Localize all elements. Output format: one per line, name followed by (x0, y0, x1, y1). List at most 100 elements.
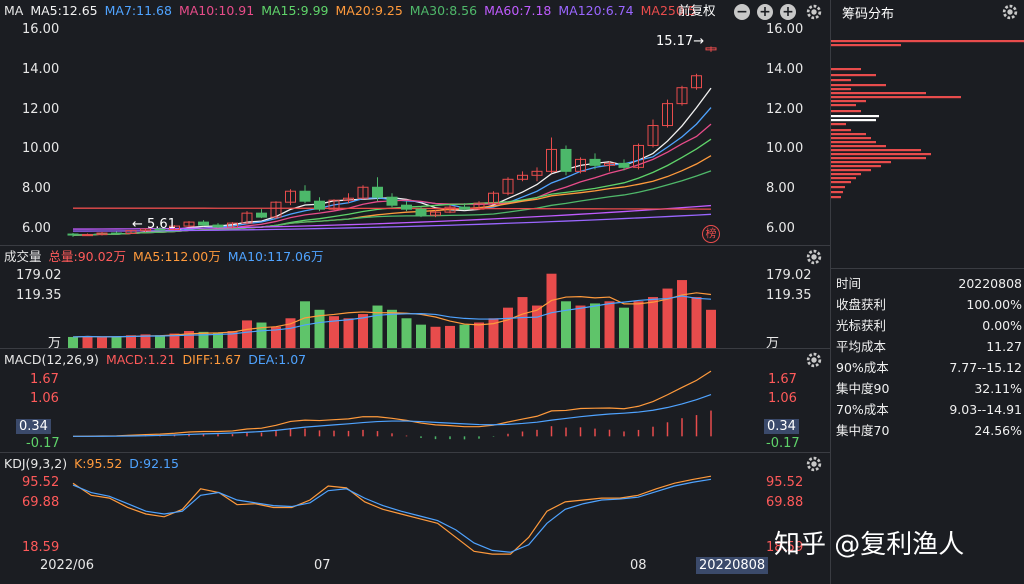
ma-head-item: MA5:12.65 (30, 3, 98, 18)
chip-bar (831, 104, 856, 107)
volume-bar (401, 318, 412, 348)
volume-bar (532, 305, 542, 348)
ma-head-item: MA10:10.91 (178, 3, 255, 18)
date-label-aug: 08 (630, 558, 647, 573)
volume-bar (242, 320, 252, 348)
candle-body (212, 224, 224, 228)
chip-stat-row: 集中度70 24.56% (836, 420, 1022, 441)
candle-body (299, 190, 311, 202)
volume-bar (387, 309, 397, 348)
chip-bar (831, 196, 841, 199)
d-line (72, 478, 712, 553)
volume-bar (648, 297, 658, 348)
vol-head-item: MA10:117.06万 (227, 249, 324, 264)
macd-head-item: DEA:1.07 (248, 352, 307, 367)
dea-line (72, 393, 712, 437)
gear-icon-volume[interactable] (805, 248, 823, 266)
chart-area[interactable]: MA MA5:12.65 MA7:11.68 MA10:10.91 MA15:9.99 M… (0, 0, 964, 584)
gear-icon-kdj[interactable] (805, 455, 823, 473)
chip-bar (831, 177, 856, 180)
chip-bar (831, 129, 851, 132)
volume-chart[interactable] (62, 266, 762, 348)
chip-bar (831, 123, 846, 126)
chip-stat-row: 光标获利 0.00% (836, 315, 1022, 336)
bang-badge[interactable]: 榜 (702, 225, 720, 243)
chip-stat-label: 平均成本 (836, 339, 887, 354)
volume-legend: 成交量 总量:90.02万 MA5:112.00万 MA10:117.06万 (4, 247, 330, 267)
macd-axis-3-r[interactable]: 0.34 (764, 419, 799, 434)
minus-icon[interactable]: − (734, 4, 750, 20)
volume-bar (459, 324, 470, 348)
kdj-axis-3: 18.59 (22, 540, 60, 555)
macd-axis-4-r: -0.17 (766, 436, 800, 451)
ma-head-item: MA60:7.18 (484, 3, 552, 18)
volume-bar (155, 335, 165, 348)
ma-legend: MA MA5:12.65 MA7:11.68 MA10:10.91 MA15:9.99 M… (4, 1, 703, 21)
chip-bar (831, 186, 845, 189)
price-axis-label-left: 10.00 (22, 141, 60, 157)
gear-icon-chips[interactable] (1001, 3, 1019, 21)
candle-body (256, 212, 267, 218)
volume-bar (126, 335, 136, 348)
chip-bar (831, 92, 926, 95)
macd-axis-3[interactable]: 0.34 (16, 419, 51, 434)
candle-body (618, 162, 630, 168)
price-axis-label-right: 10.00 (766, 141, 804, 157)
kdj-chart[interactable] (62, 472, 762, 556)
price-axis-label-left: 12.00 (22, 101, 60, 117)
chip-distribution-chart[interactable] (831, 26, 1024, 266)
chip-bar (831, 74, 876, 77)
chip-bar (831, 115, 879, 118)
macd-chart[interactable] (62, 368, 762, 450)
volume-bar (372, 305, 383, 348)
price-axis-label-left: 6.00 (22, 221, 51, 237)
volume-bar (503, 307, 513, 348)
chip-bar (831, 191, 843, 194)
kdj-axis-2: 69.88 (22, 495, 60, 510)
volume-bar (691, 297, 702, 348)
chip-stat-row: 收盘获利 100.00% (836, 294, 1022, 315)
plus-icon-2[interactable]: + (780, 4, 796, 20)
chip-bar (831, 133, 866, 136)
chip-bar (831, 68, 861, 71)
chip-bar (831, 141, 876, 144)
macd-legend: MACD(12,26,9) MACD:1.21 DIFF:1.67 DEA:1.07 (4, 350, 313, 370)
candle-body (314, 200, 325, 210)
volume-bar (604, 301, 615, 348)
volume-bar (82, 336, 93, 348)
ma-head-item: MA120:6.74 (558, 3, 634, 18)
chip-stat-value: 0.00% (982, 318, 1022, 333)
chip-stat-value: 24.56% (974, 423, 1022, 438)
vol-axis-mid-r: 119.35 (766, 288, 812, 303)
chip-stat-label: 集中度90 (836, 381, 890, 396)
volume-bar (111, 336, 122, 348)
kdj-head-item: K:95.52 (74, 456, 123, 471)
macd-head-item: MACD:1.21 (105, 352, 176, 367)
candlestick-chart[interactable] (62, 20, 762, 245)
low-price-marker: ← 5.61 (132, 217, 176, 232)
vol-axis-max-r: 179.02 (766, 268, 812, 283)
chip-stat-label: 时间 (836, 276, 862, 291)
plus-icon[interactable]: + (757, 4, 773, 20)
ma-head-item: MA7:11.68 (104, 3, 172, 18)
gear-icon[interactable] (805, 3, 823, 21)
chip-bar (831, 173, 861, 176)
chip-stat-label: 90%成本 (836, 360, 889, 375)
ma-head-item: MA30:8.56 (409, 3, 478, 18)
fuquan-button[interactable]: 前复权 (678, 1, 716, 21)
candle-body (111, 232, 122, 235)
chip-stat-label: 70%成本 (836, 402, 889, 417)
gear-icon-macd[interactable] (805, 351, 823, 369)
macd-axis-1-r: 1.67 (768, 372, 797, 387)
chip-stat-row: 90%成本 7.77--15.12 (836, 357, 1022, 378)
ma-head-item: MA20:9.25 (335, 3, 403, 18)
high-price-marker: 15.17→ (656, 34, 705, 49)
volume-bar (474, 322, 484, 348)
volume-bar (97, 337, 107, 348)
candle-body (589, 158, 601, 166)
volume-bar (416, 324, 426, 348)
cursor-date-badge[interactable]: 20220808 (696, 557, 769, 574)
kdj-head-item: D:92.15 (129, 456, 179, 471)
candle-body (415, 208, 427, 216)
volume-bar (619, 307, 629, 348)
